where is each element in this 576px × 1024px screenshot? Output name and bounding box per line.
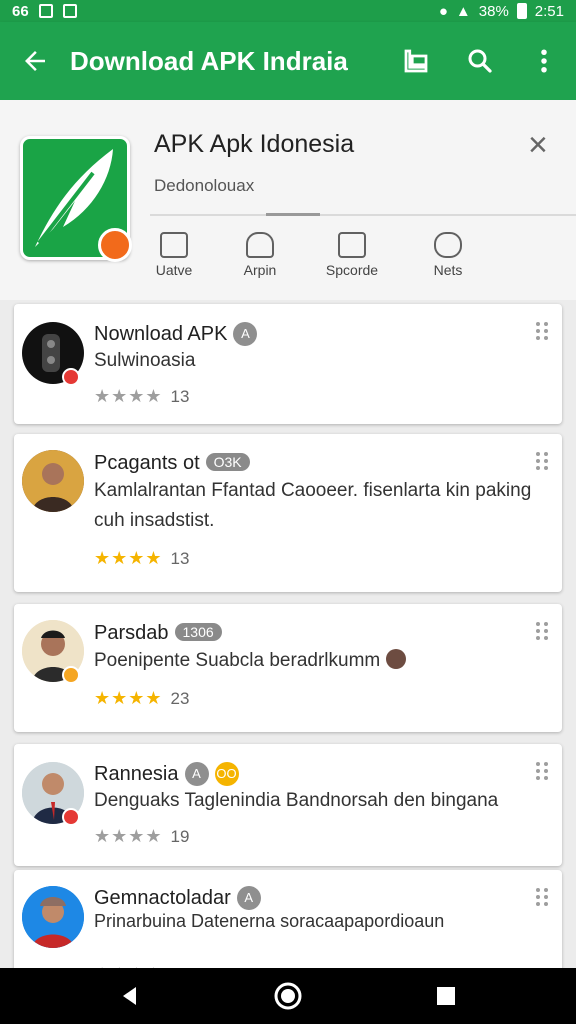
- rating-count: 23: [170, 689, 190, 708]
- drag-handle-icon[interactable]: [536, 452, 548, 470]
- stars-glyph: ★★★★: [94, 826, 163, 846]
- list-item[interactable]: Pcagants ot O3K Kamlalrantan Ffantad Caoo…: [14, 434, 562, 592]
- avatar-badge: [62, 368, 80, 386]
- close-button[interactable]: ×: [528, 128, 548, 162]
- action-label: Spcorde: [325, 262, 379, 278]
- card-title-text: Gemnactoladar: [94, 887, 231, 909]
- avatar-badge: [62, 808, 80, 826]
- avatar-badge: [62, 666, 80, 684]
- more-options-button[interactable]: [512, 22, 576, 100]
- card-description: Kamlalrantan Ffantad Caooeer. fisenlarta…: [94, 480, 532, 531]
- card-title: Gemnactoladar A: [94, 886, 261, 910]
- notification-icon: [38, 4, 53, 18]
- card-badge: A: [233, 322, 258, 346]
- nav-back-button[interactable]: [90, 968, 170, 1024]
- link-icon: [434, 232, 462, 258]
- card-description: Denguaks Taglenindia Bandnorsah den bing…: [94, 790, 499, 811]
- rating-count: 13: [170, 549, 190, 568]
- search-button[interactable]: [448, 22, 512, 100]
- list-item[interactable]: Gemnactoladar A Prinarbuina Datenerna sor…: [14, 870, 562, 984]
- stars-glyph: ★★★★: [94, 548, 163, 568]
- mini-avatar: [385, 649, 406, 669]
- battery-icon: [516, 3, 527, 19]
- card-badge: A: [184, 762, 209, 786]
- app-subtitle: Dedonolouax: [154, 176, 255, 195]
- app-title: APK Apk Idonesia: [154, 130, 355, 158]
- star-rating: ★★★★ 23: [94, 688, 189, 709]
- drag-handle-icon[interactable]: [536, 762, 548, 780]
- chat-icon: [160, 232, 188, 258]
- stars-glyph: ★★★★: [94, 386, 163, 406]
- card-title-text: Nownload APK: [94, 323, 228, 345]
- app-update-badge: [98, 228, 132, 262]
- card-pill: 1306: [174, 623, 222, 641]
- avatar: [22, 886, 84, 948]
- drag-handle-icon[interactable]: [536, 322, 548, 340]
- card-description: Poenipente Suabcla beradrlkumm: [94, 646, 534, 676]
- wifi-icon: ▲: [455, 2, 471, 20]
- notification-icon-2: [62, 4, 77, 18]
- card-title: Nownload APK A: [94, 322, 258, 346]
- nav-home-button[interactable]: [248, 968, 328, 1024]
- search-icon: [468, 49, 492, 73]
- app-bar: Download APK Indraia: [0, 22, 576, 100]
- action-chat[interactable]: Uatve: [134, 232, 214, 278]
- star-rating: ★★★★ 13: [94, 386, 189, 407]
- drag-handle-icon[interactable]: [536, 622, 548, 640]
- bookmark-icon: [404, 49, 428, 73]
- action-label: Arpin: [243, 262, 277, 278]
- action-car[interactable]: Arpin: [220, 232, 300, 278]
- rating-count: 19: [170, 827, 190, 846]
- scroll-indicator: [266, 213, 320, 216]
- list-item[interactable]: Parsdab 1306 Poenipente Suabcla beradrlku…: [14, 604, 562, 732]
- card-title-text: Parsdab: [94, 622, 169, 644]
- bookmark-button[interactable]: [384, 22, 448, 100]
- action-row: Uatve Arpin Spcorde Nets: [150, 232, 570, 288]
- status-bar: 66 ● ▲ 38% 2:51: [0, 0, 576, 22]
- card-title: Parsdab 1306: [94, 622, 222, 645]
- location-icon: ●: [438, 2, 448, 20]
- card-title: Rannesia A OO: [94, 762, 239, 786]
- action-link[interactable]: Nets: [408, 232, 488, 278]
- triangle-back-icon: [123, 987, 136, 1005]
- more-vert-icon: [541, 49, 547, 73]
- list-item[interactable]: Rannesia A OO Denguaks Taglenindia Bandnor…: [14, 744, 562, 866]
- header-divider: [150, 214, 576, 216]
- card-badge: A: [236, 886, 261, 910]
- rating-count: 13: [170, 387, 190, 406]
- card-title-text: Pcagants ot: [94, 452, 200, 474]
- card-title: Pcagants ot O3K: [94, 452, 250, 475]
- card-pill: O3K: [205, 453, 250, 471]
- star-rating: ★★★★ 13: [94, 548, 189, 569]
- action-label: Nets: [433, 262, 463, 278]
- stars-glyph: ★★★★: [94, 688, 163, 708]
- status-left-text: 66: [12, 2, 29, 20]
- avatar: [22, 450, 84, 512]
- action-share[interactable]: Spcorde: [312, 232, 392, 278]
- card-title-text: Rannesia: [94, 763, 179, 785]
- share-icon: [338, 232, 366, 258]
- battery-percent: 38%: [478, 2, 509, 20]
- card-gold-badge: OO: [214, 762, 239, 786]
- system-nav-bar: [0, 968, 576, 1024]
- circle-home-icon: [274, 982, 302, 1010]
- back-button[interactable]: [0, 22, 70, 100]
- card-description-text: Poenipente Suabcla beradrlkumm: [94, 650, 381, 671]
- card-description: Prinarbuina Datenerna soracaapapordioaun: [94, 911, 445, 931]
- back-arrow-icon: [25, 51, 45, 71]
- action-label: Uatve: [155, 262, 193, 278]
- drag-handle-icon[interactable]: [536, 888, 548, 906]
- clock: 2:51: [534, 2, 564, 20]
- nav-recents-button[interactable]: [406, 968, 486, 1024]
- card-description: Sulwinoasia: [94, 350, 196, 371]
- app-bar-title: Download APK Indraia: [70, 45, 348, 76]
- list-item[interactable]: Nownload APK A Sulwinoasia ★★★★ 13: [14, 304, 562, 424]
- car-icon: [246, 232, 274, 258]
- star-rating: ★★★★ 19: [94, 826, 189, 847]
- square-recents-icon: [437, 987, 455, 1005]
- close-icon: ×: [528, 126, 548, 164]
